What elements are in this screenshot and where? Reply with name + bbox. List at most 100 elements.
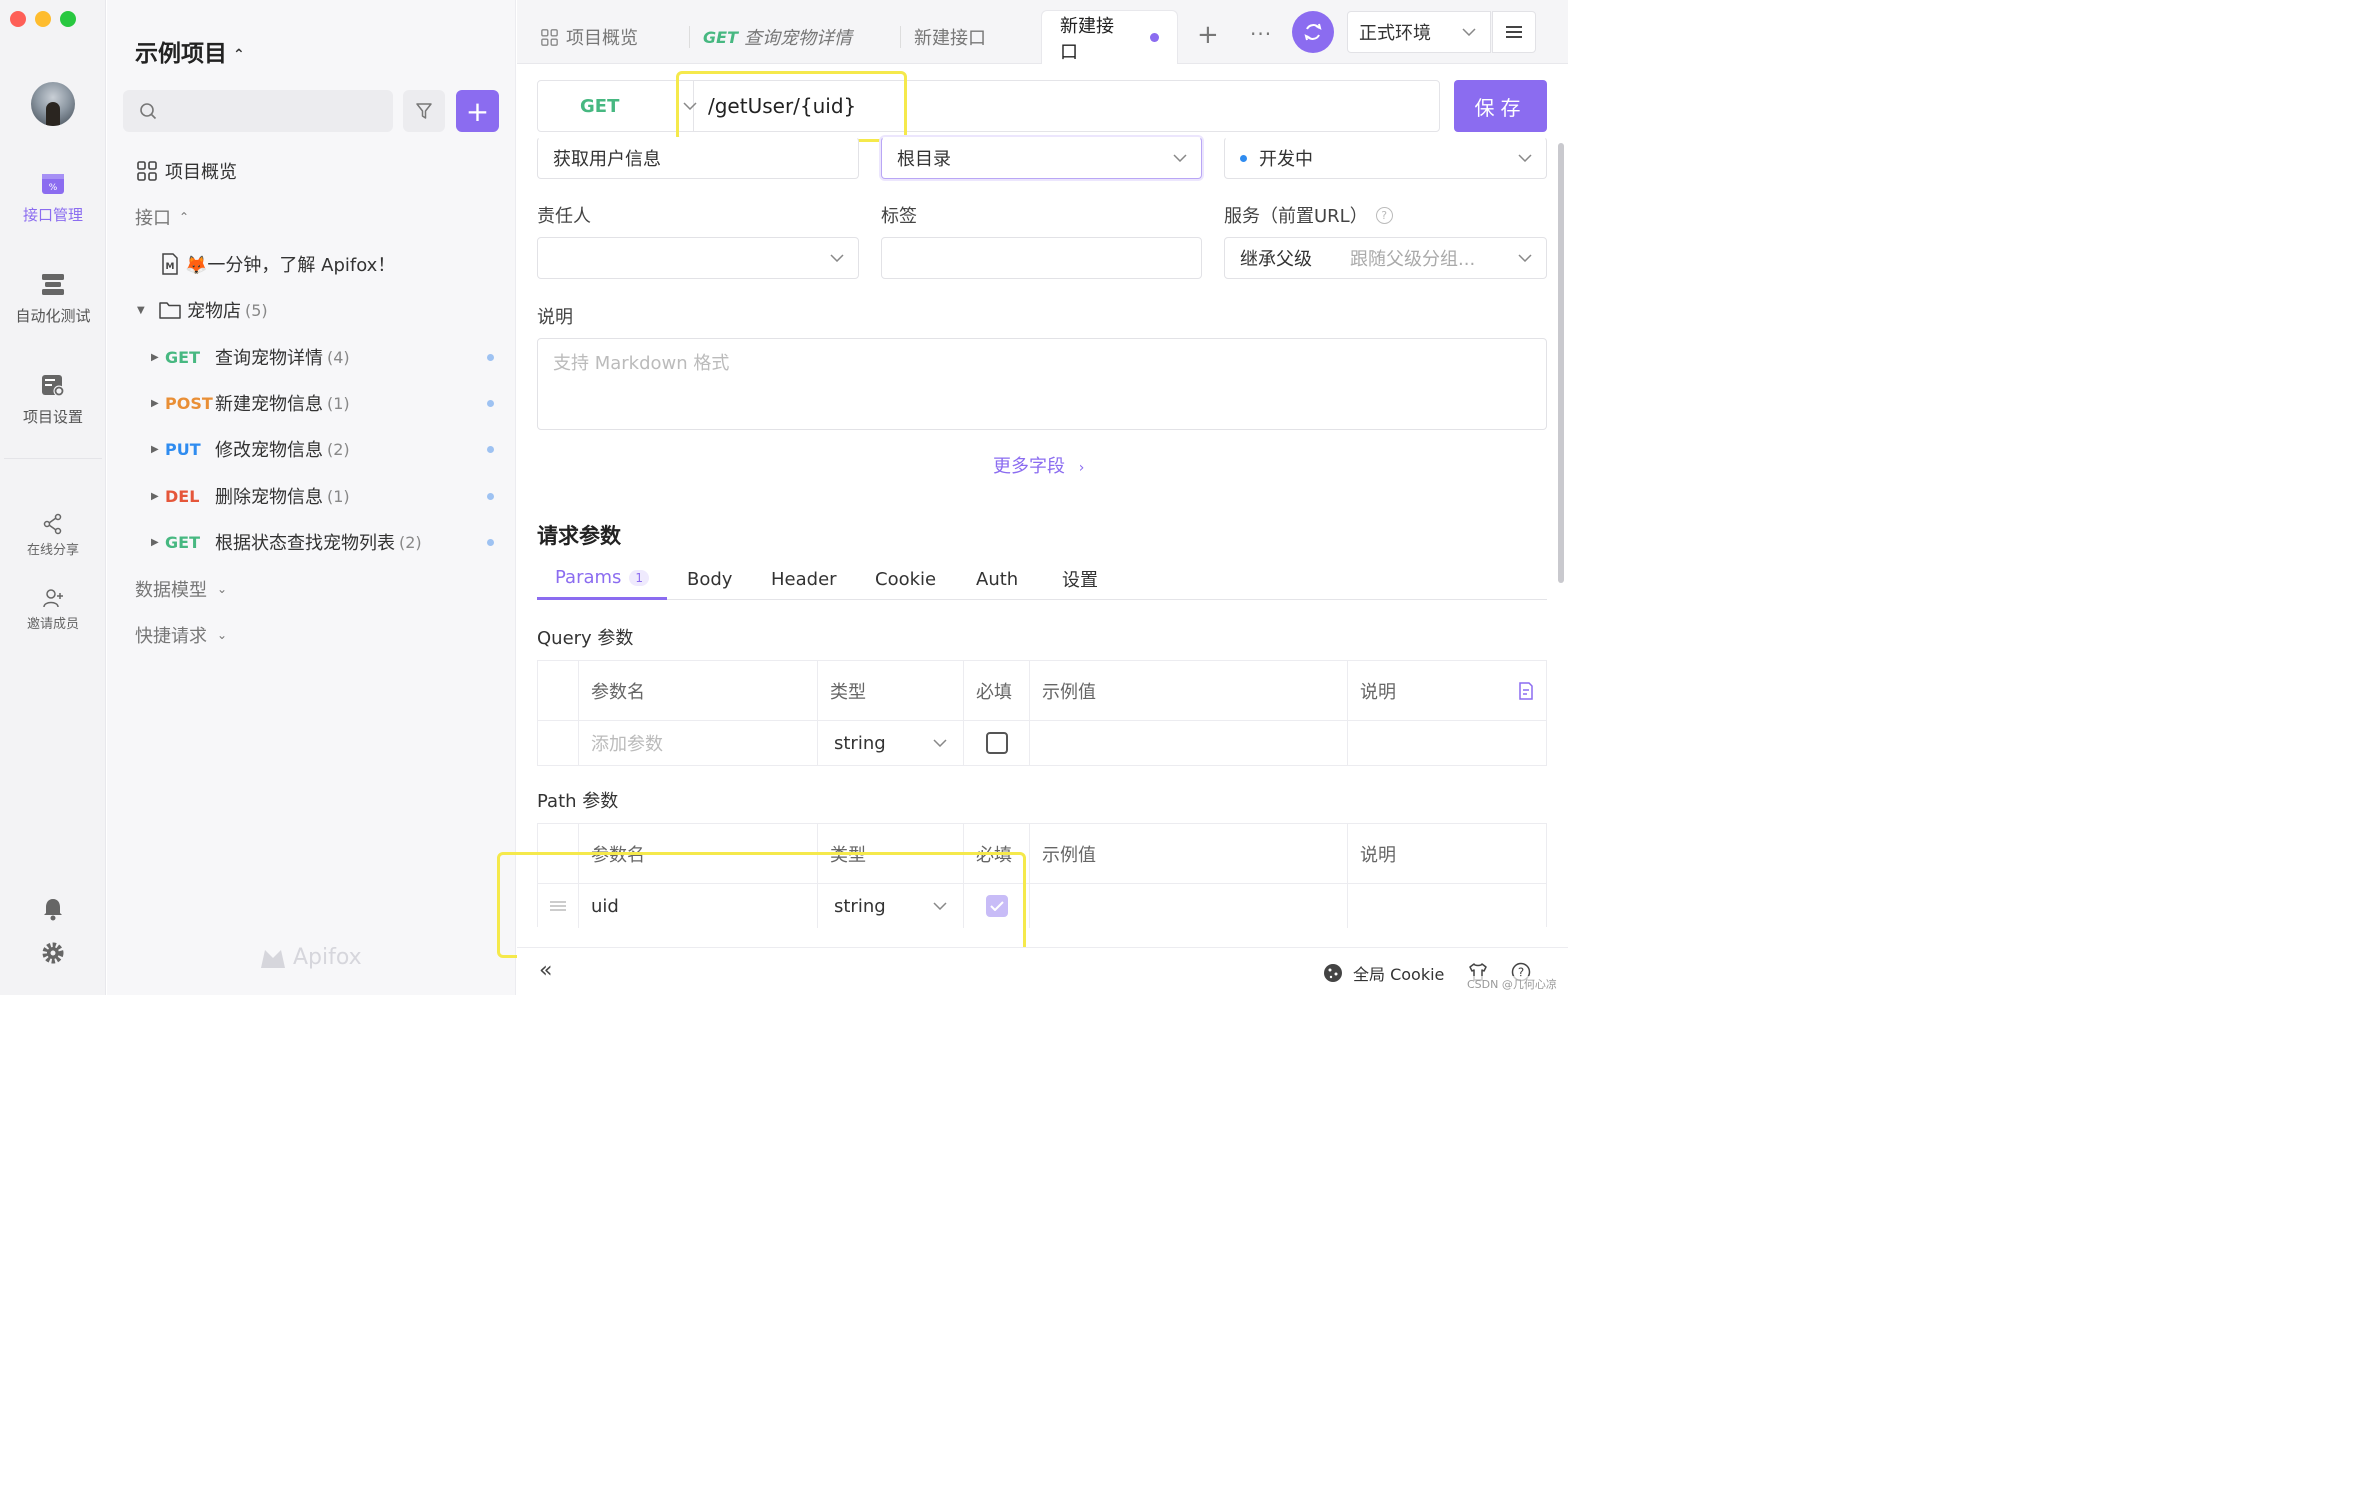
- window-controls: [10, 11, 76, 27]
- minimize-window-button[interactable]: [35, 11, 51, 27]
- drag-handle[interactable]: [538, 884, 578, 928]
- save-button[interactable]: 保存: [1454, 80, 1547, 132]
- project-switcher[interactable]: 示例项目 ⌃: [135, 34, 245, 68]
- tags-input[interactable]: [881, 237, 1202, 279]
- url-path-input[interactable]: /getUser/{uid}: [694, 94, 856, 118]
- param-name-input[interactable]: uid: [578, 884, 817, 928]
- section-data-models[interactable]: 数据模型 ⌄: [107, 569, 516, 609]
- chevron-down-icon: ⌄: [217, 628, 228, 642]
- owner-select[interactable]: [537, 237, 859, 279]
- sidebar-item-overview[interactable]: 项目概览: [107, 151, 516, 191]
- endpoint-item[interactable]: ▶ DEL 删除宠物信息 (1): [107, 476, 516, 516]
- tab-label: Body: [687, 568, 733, 590]
- chevron-down-icon: [933, 739, 947, 747]
- menu-button[interactable]: [1492, 11, 1536, 53]
- required-checkbox[interactable]: [985, 895, 1008, 917]
- markdown-doc-icon: M: [162, 253, 178, 275]
- add-button[interactable]: +: [456, 90, 499, 132]
- apifox-logo-icon: [261, 949, 285, 968]
- tab-get-pet-detail[interactable]: GET 查询宠物详情: [685, 10, 870, 64]
- sidebar-item-label: 🦊一分钟，了解 Apifox！: [185, 255, 396, 276]
- plus-icon: +: [1197, 20, 1219, 50]
- description-textarea[interactable]: 支持 Markdown 格式: [537, 338, 1547, 430]
- param-type-select[interactable]: string: [817, 721, 963, 765]
- bulk-edit-icon[interactable]: [1518, 682, 1534, 700]
- caret-right-icon: ▶: [151, 351, 159, 363]
- filter-button[interactable]: [403, 90, 445, 132]
- param-desc-input[interactable]: [1347, 721, 1546, 765]
- tab-cookie[interactable]: Cookie: [875, 558, 936, 600]
- required-cell: [963, 884, 1029, 928]
- bottom-bar: « 全局 Cookie ? CSDN @几何心凉: [517, 947, 1568, 995]
- section-quick-requests[interactable]: 快捷请求 ⌄: [107, 615, 516, 655]
- tab-params[interactable]: Params 1: [537, 558, 668, 600]
- api-name-input[interactable]: 获取用户信息: [537, 137, 859, 179]
- updown-chevron-icon: ⌃: [233, 46, 245, 63]
- double-chevron-left-icon: «: [539, 958, 553, 983]
- project-title: 示例项目: [135, 41, 227, 67]
- service-select[interactable]: 继承父级 跟随父级分组...: [1224, 237, 1547, 279]
- service-hint: 跟随父级分组...: [1350, 249, 1476, 270]
- status-dot: [487, 353, 494, 361]
- new-tab-button[interactable]: +: [1197, 22, 1219, 48]
- rail-item-share[interactable]: 在线分享: [0, 513, 106, 558]
- status-dot: [487, 538, 494, 546]
- endpoint-item[interactable]: ▶ POST 新建宠物信息 (1): [107, 383, 516, 423]
- tab-new-api-2[interactable]: 新建接口: [1041, 10, 1178, 64]
- scrollbar[interactable]: [1558, 143, 1564, 583]
- gear-icon[interactable]: [41, 941, 65, 965]
- section-apis[interactable]: 接口 ⌃: [107, 197, 516, 237]
- method-select[interactable]: GET: [538, 81, 697, 131]
- collapse-sidebar-button[interactable]: «: [539, 958, 552, 983]
- tab-overview[interactable]: 项目概览: [523, 10, 656, 64]
- chevron-down-icon: [1173, 154, 1187, 162]
- tab-auth[interactable]: Auth: [976, 558, 1018, 600]
- chevron-down-icon: [933, 902, 947, 910]
- environment-select[interactable]: 正式环境: [1347, 11, 1491, 53]
- rail-item-auto-test[interactable]: 自动化测试: [0, 271, 106, 326]
- folder-pet-store[interactable]: ▼ 宠物店 (5): [107, 290, 516, 330]
- api-name-value: 获取用户信息: [553, 149, 661, 170]
- request-params-title: 请求参数: [537, 524, 621, 548]
- close-window-button[interactable]: [10, 11, 26, 27]
- tab-new-api-1[interactable]: 新建接口: [896, 10, 1004, 64]
- tab-label: Auth: [976, 568, 1019, 590]
- param-type-select[interactable]: string: [817, 884, 963, 928]
- bell-icon[interactable]: [42, 897, 64, 921]
- more-tabs-button[interactable]: ···: [1250, 22, 1272, 46]
- global-cookie-button[interactable]: 全局 Cookie: [1323, 961, 1444, 985]
- required-checkbox[interactable]: [985, 732, 1008, 754]
- search-input[interactable]: [123, 90, 393, 132]
- rail-item-project-settings[interactable]: 项目设置: [0, 372, 106, 427]
- directory-value: 根目录: [897, 149, 951, 170]
- more-fields-link[interactable]: 更多字段 ›: [993, 452, 1084, 478]
- rail-item-label: 接口管理: [22, 206, 83, 224]
- endpoint-label: 修改宠物信息: [215, 440, 323, 461]
- endpoint-item[interactable]: ▶ PUT 修改宠物信息 (2): [107, 429, 516, 469]
- more-fields-label: 更多字段: [993, 456, 1065, 477]
- watermark-text: Apifox: [293, 945, 362, 970]
- rail-item-invite[interactable]: 邀请成员: [0, 587, 106, 632]
- endpoint-count: (2): [327, 439, 350, 459]
- tab-settings[interactable]: 设置: [1062, 558, 1098, 600]
- endpoint-item[interactable]: ▶ GET 根据状态查找宠物列表 (2): [107, 522, 516, 562]
- param-desc-input[interactable]: [1347, 884, 1546, 928]
- method-badge: GET: [165, 532, 200, 552]
- sidebar-item-intro-doc[interactable]: M 🦊一分钟，了解 Apifox！: [107, 244, 516, 284]
- status-select[interactable]: 开发中: [1224, 137, 1547, 179]
- tab-body[interactable]: Body: [687, 558, 732, 600]
- param-name-input[interactable]: 添加参数: [578, 721, 817, 765]
- avatar[interactable]: [31, 82, 75, 126]
- tab-header[interactable]: Header: [771, 558, 837, 600]
- param-example-input[interactable]: [1029, 721, 1347, 765]
- tab-label: 查询宠物详情: [743, 28, 852, 49]
- maximize-window-button[interactable]: [60, 11, 76, 27]
- help-icon[interactable]: ?: [1375, 206, 1393, 224]
- sync-button[interactable]: [1292, 11, 1334, 53]
- table-header-row: 参数名 类型 必填 示例值 说明: [538, 824, 1546, 884]
- endpoint-item[interactable]: ▶ GET 查询宠物详情 (4): [107, 337, 516, 377]
- param-example-input[interactable]: [1029, 884, 1347, 928]
- directory-select[interactable]: 根目录: [881, 137, 1202, 179]
- rail-item-api-management[interactable]: % 接口管理: [0, 170, 106, 225]
- query-params-table: 参数名 类型 必填 示例值 说明 添加参数 string: [537, 660, 1547, 766]
